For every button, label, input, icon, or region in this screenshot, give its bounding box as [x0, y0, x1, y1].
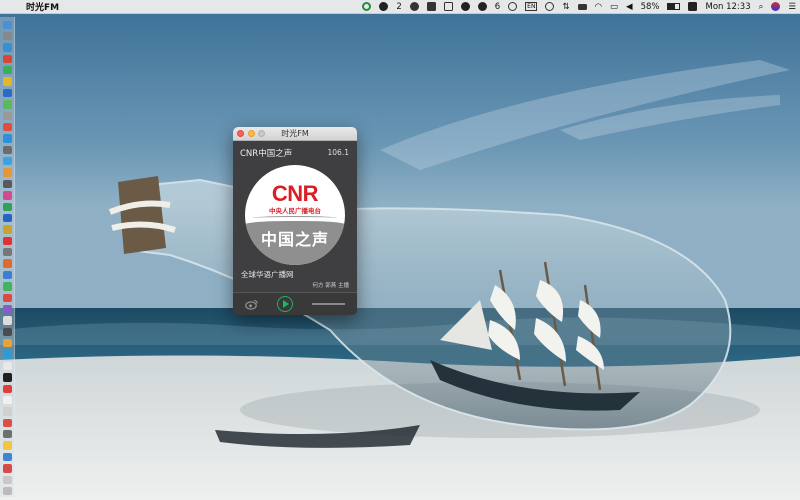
wechat-badge: 2: [396, 1, 402, 12]
notification-count: 6: [494, 1, 501, 12]
search-icon[interactable]: ⌕: [755, 0, 768, 14]
app-icon[interactable]: [2, 316, 12, 325]
printer-icon[interactable]: [423, 0, 440, 14]
app-icon[interactable]: [2, 145, 12, 154]
app-icon[interactable]: [2, 157, 12, 166]
penguin-icon[interactable]: [474, 0, 491, 14]
app-icon[interactable]: [2, 88, 12, 98]
status-area: 2 6 EN ⇅ ◠ ▭ ◀ 58% Mon 12:33 ⌕ ☰: [358, 0, 800, 14]
station-header: CNR中国之声 106.1: [233, 141, 357, 164]
app-icon[interactable]: [2, 259, 12, 268]
play-icon: [283, 300, 289, 308]
battery-percent[interactable]: 58%: [637, 0, 664, 14]
close-button[interactable]: [237, 130, 244, 137]
app-icon[interactable]: [2, 384, 12, 393]
station-logo-area: CNR 中央人民广播电台 中国之声: [233, 164, 357, 266]
app-icon[interactable]: [2, 464, 12, 473]
app-icon[interactable]: [2, 248, 12, 257]
menu-bar: 时光FM 2 6 EN ⇅ ◠ ▭ ◀ 58% Mon 12:33 ⌕ ☰: [0, 0, 800, 14]
time-machine-icon[interactable]: [541, 0, 558, 14]
desktop-wallpaper: [0, 0, 800, 500]
app-icon[interactable]: [2, 418, 12, 427]
volume-icon[interactable]: ◀: [622, 0, 637, 14]
app-icon[interactable]: [2, 339, 12, 348]
input-method-icon[interactable]: EN: [521, 0, 541, 14]
weibo-share-icon[interactable]: [245, 299, 258, 310]
input-method-label: EN: [525, 2, 538, 11]
sogou-icon[interactable]: [684, 0, 701, 14]
box-icon[interactable]: [440, 0, 457, 14]
chat-icon[interactable]: [406, 0, 423, 14]
app-icon[interactable]: [2, 441, 12, 450]
app-icon[interactable]: [2, 191, 12, 200]
station-name: CNR中国之声: [240, 148, 293, 159]
logo-slogan: 中国之声: [260, 230, 329, 249]
player-controls: [233, 292, 357, 315]
logo-brand: CNR: [271, 181, 319, 206]
trash-icon[interactable]: [2, 486, 12, 496]
app-icon[interactable]: [2, 293, 12, 302]
app-icon[interactable]: [2, 168, 12, 177]
app-icon[interactable]: [2, 134, 12, 143]
zoom-button[interactable]: [258, 130, 265, 137]
playlist-menu-icon[interactable]: [312, 301, 345, 306]
station-logo: CNR 中央人民广播电台 中国之声: [245, 165, 345, 265]
play-button[interactable]: [277, 296, 293, 312]
app-icon[interactable]: [2, 225, 12, 234]
radio-window: 时光FM CNR中国之声 106.1 CNR 中央人民广播电台 中国之声 全球华…: [233, 127, 357, 315]
battery-icon[interactable]: [663, 0, 684, 14]
logo-band: 中国之声: [245, 221, 345, 265]
app-icon[interactable]: [2, 327, 12, 336]
notification-center-icon[interactable]: ☰: [784, 0, 800, 14]
app-icon[interactable]: [2, 213, 12, 223]
app-icon[interactable]: [2, 270, 12, 280]
app-icon[interactable]: [2, 475, 12, 484]
app-icon[interactable]: [2, 361, 12, 371]
app-icon[interactable]: [2, 100, 12, 109]
airplay-icon[interactable]: ▭: [606, 0, 622, 14]
safari-icon[interactable]: [2, 43, 12, 52]
app-icon[interactable]: [2, 452, 12, 462]
app-icon[interactable]: [2, 407, 12, 416]
app-icon[interactable]: [2, 202, 12, 211]
logo-brand-subtitle: 中央人民广播电台: [269, 207, 321, 215]
active-app-menu[interactable]: 时光FM: [22, 0, 65, 13]
app-icon[interactable]: [2, 179, 12, 189]
qq-icon[interactable]: [457, 0, 474, 14]
logo-divider: [253, 216, 337, 220]
chrome-icon[interactable]: [2, 54, 12, 63]
program-hosts: 何方 郭燕 主播: [312, 283, 350, 289]
minimize-button[interactable]: [247, 130, 255, 137]
station-frequency: 106.1: [327, 148, 349, 157]
app-icon[interactable]: [2, 373, 12, 382]
app-icon[interactable]: [2, 350, 12, 359]
app-icon[interactable]: [2, 77, 12, 86]
app-icon[interactable]: [2, 282, 12, 291]
app-icon[interactable]: [2, 111, 12, 120]
launchpad-icon[interactable]: [2, 31, 12, 41]
wifi-icon[interactable]: ◠: [591, 0, 606, 14]
siri-icon[interactable]: [767, 0, 784, 14]
transfer-icon[interactable]: ⇅: [558, 0, 573, 14]
dock: [0, 17, 15, 497]
finder-icon[interactable]: [2, 20, 12, 29]
window-controls: [237, 130, 269, 137]
app-icon[interactable]: [2, 122, 12, 132]
clock[interactable]: Mon 12:33: [701, 0, 754, 14]
app-icon[interactable]: [2, 66, 12, 75]
circle-icon[interactable]: [504, 0, 521, 14]
network-icon[interactable]: [574, 0, 591, 14]
app-icon[interactable]: [2, 430, 12, 439]
app-icon[interactable]: [2, 236, 12, 245]
circle-o-icon[interactable]: [358, 0, 375, 14]
window-title: 时光FM: [281, 129, 309, 138]
wechat-icon[interactable]: [375, 0, 392, 14]
program-name: 全球华语广播网: [241, 270, 294, 279]
window-titlebar[interactable]: 时光FM: [233, 127, 357, 141]
app-icon[interactable]: [2, 395, 12, 405]
app-icon[interactable]: [2, 304, 12, 314]
